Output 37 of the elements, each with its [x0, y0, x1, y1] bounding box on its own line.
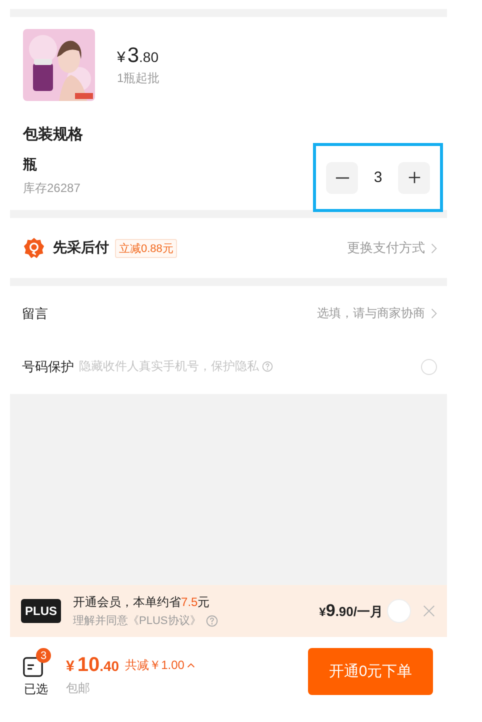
chevron-icon — [431, 308, 437, 319]
submit-order-button[interactable]: 开通0元下单 — [308, 648, 433, 695]
membership-price: ¥9.90/一月 — [319, 601, 383, 621]
membership-offer: 开通会员，本单约省7.5元 — [73, 594, 211, 611]
privacy-label: 号码保护 — [22, 358, 74, 376]
total-price: ¥10.40 — [66, 654, 120, 677]
privacy-hint: 隐藏收件人真实手机号，保护隐私 — [79, 358, 259, 375]
unit-price: ¥3.80 — [117, 44, 160, 68]
decrease-button[interactable] — [326, 162, 358, 194]
increase-button[interactable] — [398, 162, 430, 194]
privacy-radio[interactable] — [421, 358, 437, 374]
change-payment-link[interactable]: 更换支付方式 — [347, 239, 425, 257]
selected-label: 已选 — [24, 681, 48, 698]
spec-name: 瓶 — [23, 156, 38, 174]
stock-count: 库存26287 — [23, 180, 80, 197]
caret-icon[interactable] — [187, 663, 196, 668]
discount-tag: 立减0.88元 — [115, 238, 178, 258]
help-icon[interactable] — [262, 361, 273, 372]
chevron-icon — [431, 242, 437, 254]
badge-icon — [23, 237, 45, 259]
count-badge: 3 — [36, 648, 51, 663]
close-icon[interactable] — [423, 605, 435, 617]
plus-logo: PLUS — [21, 599, 62, 623]
min-order: 1瓶起批 — [117, 70, 160, 86]
plus-icon — [406, 170, 422, 185]
membership-radio[interactable] — [387, 599, 411, 623]
spec-title: 包装规格 — [23, 125, 84, 144]
quantity-value[interactable]: 3 — [374, 169, 382, 186]
remark-field[interactable]: 选填，请与商家协商 — [317, 305, 425, 322]
agreement-text: 理解并同意《PLUS协议》 — [73, 614, 201, 628]
discount-total[interactable]: 共减￥1.00 — [125, 657, 184, 674]
help-icon[interactable] — [206, 614, 218, 626]
payment-method: 先采后付 — [53, 239, 109, 257]
minus-icon — [334, 176, 350, 178]
list-icon[interactable] — [23, 656, 43, 678]
shipping-note: 包邮 — [66, 680, 91, 697]
remark-label: 留言 — [22, 304, 48, 322]
